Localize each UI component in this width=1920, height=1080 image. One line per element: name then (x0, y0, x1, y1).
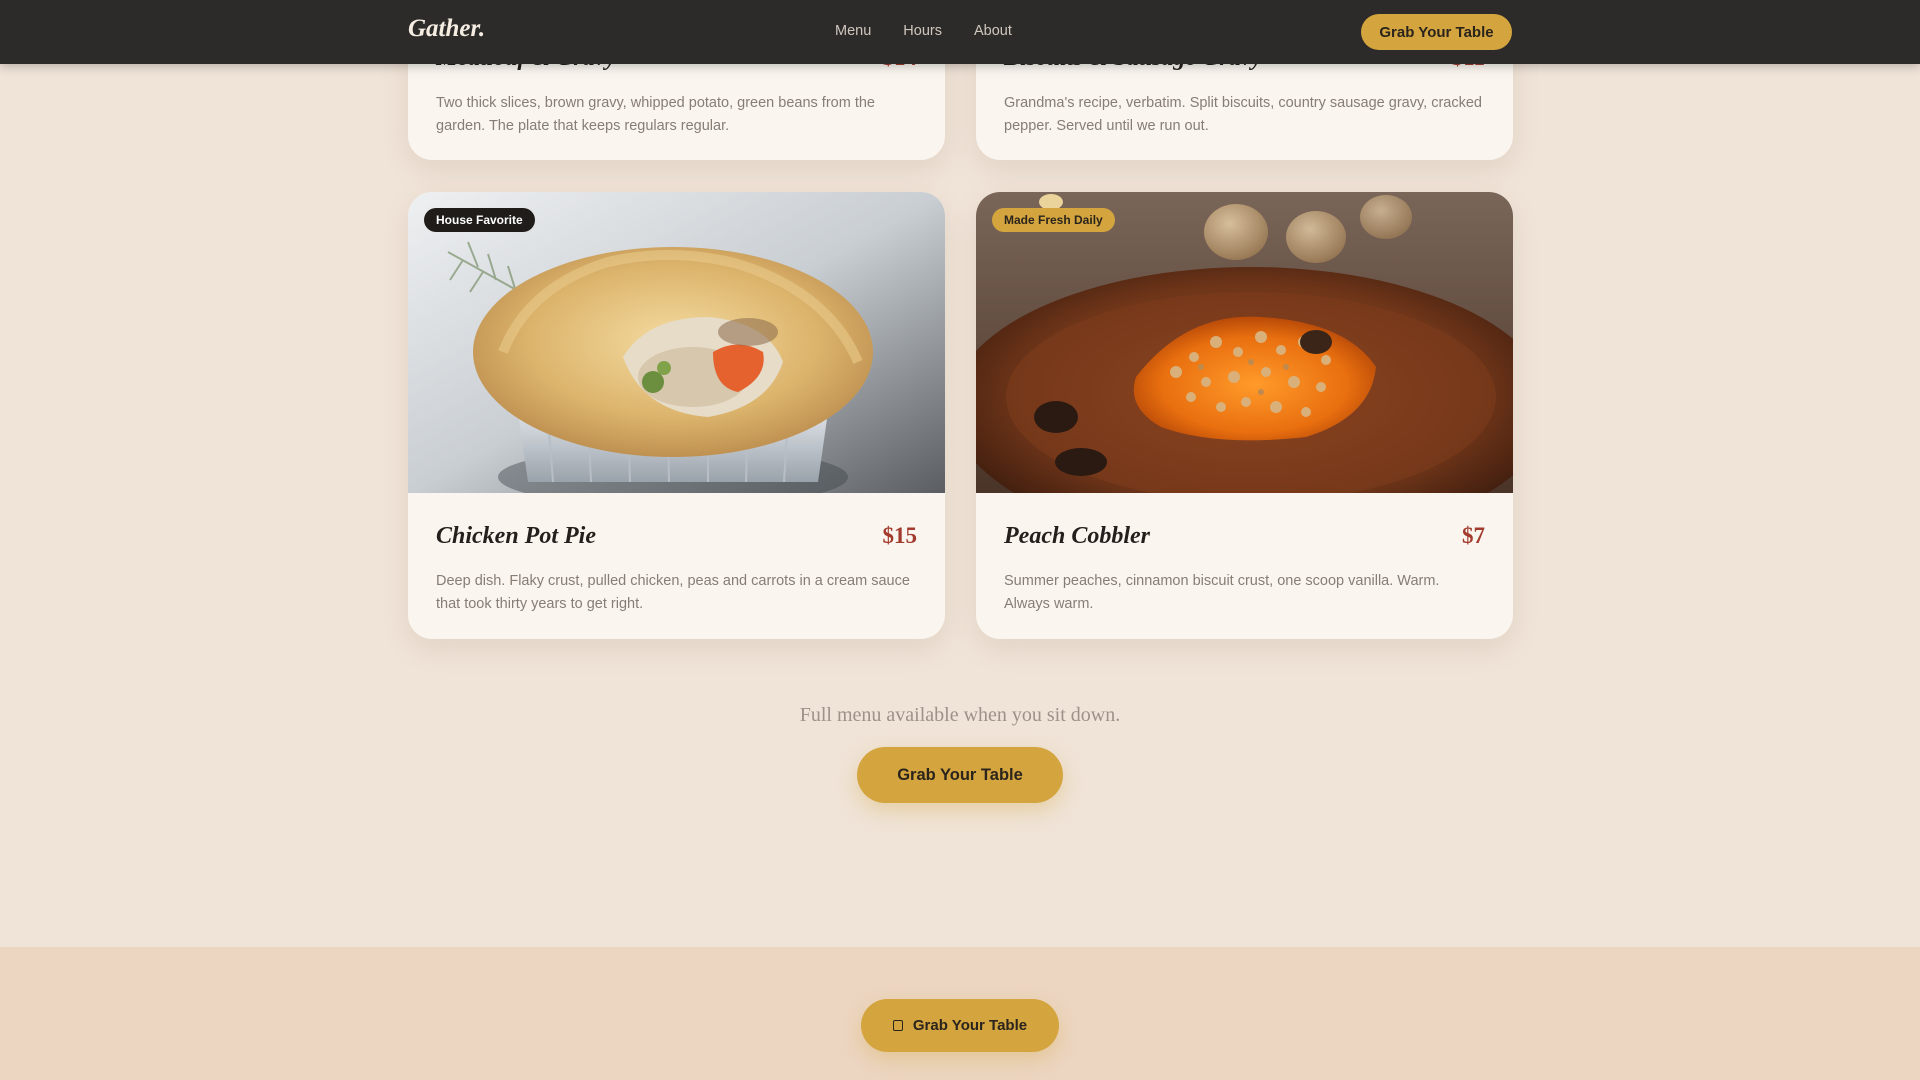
badge-house-favorite: House Favorite (424, 208, 535, 232)
nav-link-about[interactable]: About (974, 23, 1012, 39)
menu-card-peach-cobbler: Made Fresh Daily Peach Cobbler $7 Summer… (976, 192, 1513, 639)
sticky-grab-table-button[interactable]: Grab Your Table (861, 999, 1059, 1052)
full-menu-note: Full menu available when you sit down. (799, 704, 1121, 726)
grab-table-button[interactable]: Grab Your Table (857, 747, 1063, 803)
peach-cobbler-photo: Made Fresh Daily (976, 192, 1513, 493)
dish-description: Two thick slices, brown gravy, whipped p… (436, 95, 875, 134)
nav-link-menu[interactable]: Menu (835, 23, 871, 39)
dish-description: Grandma's recipe, verbatim. Split biscui… (1004, 95, 1482, 134)
nav-link-hours[interactable]: Hours (903, 23, 942, 39)
calendar-icon (892, 1020, 903, 1031)
chicken-pot-pie-photo: House Favorite (408, 192, 945, 493)
dish-name: Peach Cobbler (1004, 523, 1150, 549)
dish-description: Summer peaches, cinnamon biscuit crust, … (1004, 573, 1440, 612)
nav-links: Menu Hours About (835, 23, 1012, 39)
dish-description: Deep dish. Flaky crust, pulled chicken, … (436, 573, 910, 612)
badge-made-fresh-daily: Made Fresh Daily (992, 208, 1115, 232)
sticky-cta-label: Grab Your Table (912, 1017, 1028, 1034)
top-navbar: Gather. Menu Hours About Grab Your Table (0, 0, 1920, 64)
dish-name: Chicken Pot Pie (436, 523, 596, 549)
menu-card-chicken-pot-pie: House Favorite Chicken Pot Pie $15 Deep … (408, 192, 945, 639)
dish-price: $7 (1462, 523, 1485, 548)
dish-price: $15 (882, 523, 918, 548)
nav-grab-table-button[interactable]: Grab Your Table (1361, 14, 1512, 50)
site-logo[interactable]: Gather. (408, 15, 485, 43)
